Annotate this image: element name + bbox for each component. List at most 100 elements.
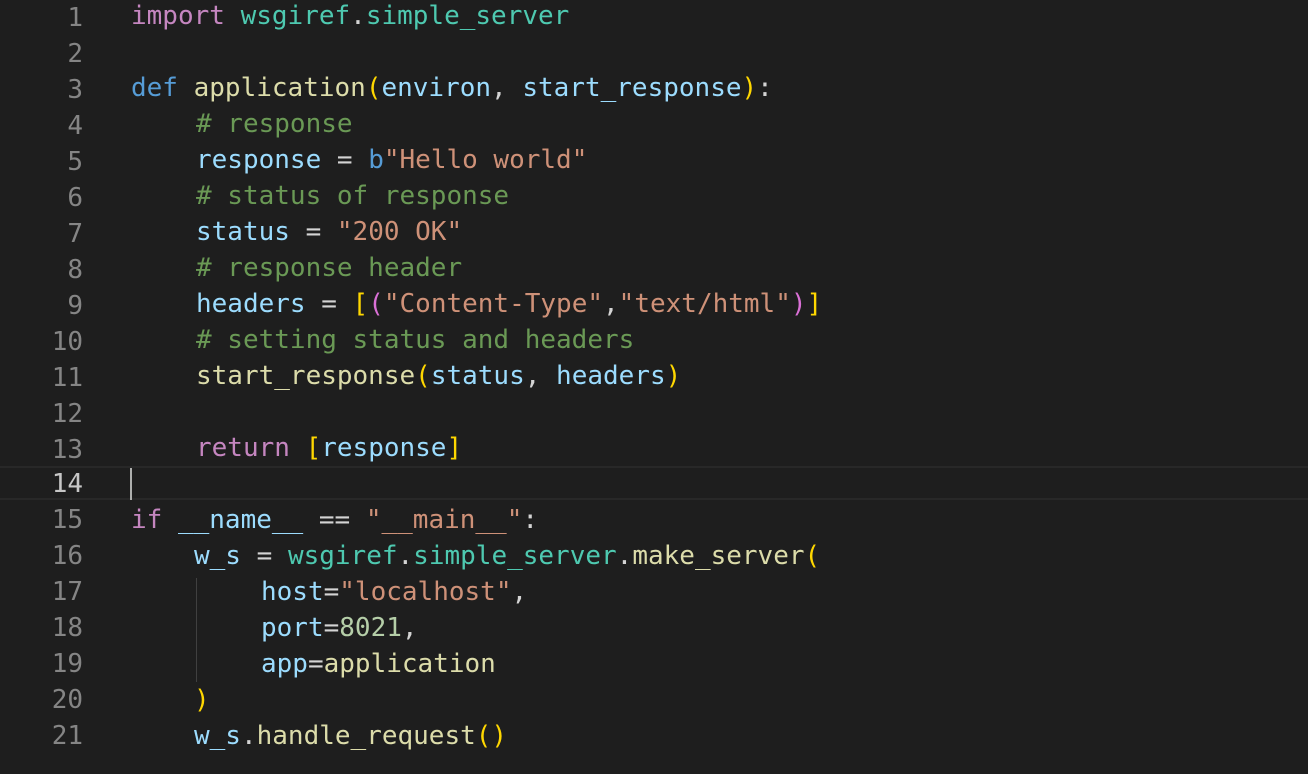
comma: , — [491, 73, 523, 103]
line-number: 5 — [67, 147, 83, 177]
code-line-7: status = "200 OK" — [131, 214, 1308, 250]
code-line-8: # response header — [131, 250, 1308, 286]
keyword: if — [131, 505, 163, 535]
bracket: ] — [446, 433, 463, 463]
line-number: 6 — [67, 183, 83, 213]
line-number: 3 — [67, 75, 83, 105]
colon: : — [757, 73, 773, 103]
bracket: ( — [415, 361, 431, 391]
line-number: 13 — [51, 435, 83, 465]
text-cursor — [130, 468, 132, 500]
line-number: 19 — [51, 649, 83, 679]
code-line-11: start_response(status, headers) — [131, 358, 1308, 394]
operator: = — [289, 217, 337, 247]
module-name: simple_server — [365, 1, 570, 31]
operator: = — [240, 541, 288, 571]
module-name: wsgiref — [240, 1, 351, 31]
argument: headers — [556, 361, 666, 391]
comma: , — [511, 577, 528, 607]
line-number-active: 14 — [51, 469, 83, 499]
dot: . — [616, 541, 633, 571]
string-literal: "Content-Type" — [383, 289, 604, 319]
parameter: port — [261, 613, 324, 643]
module-name: wsgiref — [287, 541, 398, 571]
line-number: 1 — [67, 3, 83, 33]
parameter: start_response — [522, 73, 742, 103]
operator: == — [303, 505, 366, 535]
function-name: make_server — [632, 541, 805, 571]
code-line-10: # setting status and headers — [131, 322, 1308, 358]
parameter: host — [261, 577, 324, 607]
bracket: ( — [368, 289, 384, 319]
line-number: 7 — [67, 219, 83, 249]
bracket: () — [475, 721, 508, 751]
code-line-5: response = b"Hello world" — [131, 142, 1308, 178]
code-line-6: # status of response — [131, 178, 1308, 214]
bracket: ] — [806, 289, 823, 319]
parameter: app — [261, 649, 308, 679]
string-literal: "text/html" — [618, 289, 791, 319]
comment: # setting status and headers — [196, 325, 635, 355]
variable: w_s — [194, 721, 241, 751]
bracket: ) — [194, 685, 210, 715]
variable: w_s — [194, 541, 241, 571]
line-number: 8 — [67, 255, 83, 285]
line-number: 16 — [51, 541, 83, 571]
variable: response — [196, 145, 322, 175]
code-line-19: app=application — [131, 646, 1308, 682]
code-line-1: import wsgiref.simple_server — [131, 0, 1308, 34]
line-number: 9 — [67, 291, 83, 321]
code-line-18: port=8021, — [131, 610, 1308, 646]
comment: # status of response — [196, 181, 510, 211]
comma: , — [401, 613, 418, 643]
number-literal: 8021 — [339, 613, 402, 643]
line-number: 15 — [51, 505, 83, 535]
bracket: ) — [790, 289, 807, 319]
string-literal: "Hello world" — [383, 145, 588, 175]
string-literal: "200 OK" — [336, 217, 463, 247]
code-line-4: # response — [131, 106, 1308, 142]
keyword: import — [131, 1, 225, 31]
comment: # response header — [196, 253, 463, 283]
string-prefix: b — [368, 145, 384, 175]
function-name: application — [193, 73, 366, 103]
function-name: start_response — [196, 361, 416, 391]
function-name: application — [323, 649, 496, 679]
bracket: ( — [365, 73, 382, 103]
variable: headers — [196, 289, 306, 319]
current-line-highlight — [0, 466, 1308, 500]
operator: = — [323, 577, 340, 607]
code-line-16: w_s = wsgiref.simple_server.make_server( — [131, 538, 1308, 574]
dot: . — [240, 721, 257, 751]
colon: : — [522, 505, 539, 535]
dot: . — [350, 1, 366, 31]
code-line-3: def application(environ, start_response)… — [131, 70, 1308, 106]
line-number: 17 — [51, 577, 83, 607]
code-line-13: return [response] — [131, 430, 1308, 466]
bracket: [ — [352, 289, 369, 319]
line-number: 10 — [51, 327, 83, 357]
code-editor[interactable]: 1 2 3 4 5 6 7 8 9 10 11 12 13 14 15 16 1… — [0, 0, 1308, 774]
operator: = — [307, 649, 324, 679]
function-name: handle_request — [256, 721, 476, 751]
variable: __name__ — [177, 505, 304, 535]
line-number: 11 — [51, 363, 83, 393]
keyword: def — [131, 73, 178, 103]
module-name: simple_server — [413, 541, 617, 571]
code-line-9: headers = [("Content-Type","text/html")] — [131, 286, 1308, 322]
string-literal: "__main__" — [365, 505, 523, 535]
code-line-15: if __name__ == "__main__": — [131, 502, 1308, 538]
code-line-20: ) — [131, 682, 1308, 718]
line-number: 18 — [51, 613, 83, 643]
bracket: ) — [741, 73, 758, 103]
parameter: environ — [381, 73, 492, 103]
operator: = — [305, 289, 353, 319]
bracket: ) — [665, 361, 682, 391]
argument: status — [430, 361, 525, 391]
bracket: ( — [804, 541, 821, 571]
line-number: 12 — [51, 399, 83, 429]
keyword: return — [196, 433, 290, 463]
bracket: [ — [305, 433, 322, 463]
